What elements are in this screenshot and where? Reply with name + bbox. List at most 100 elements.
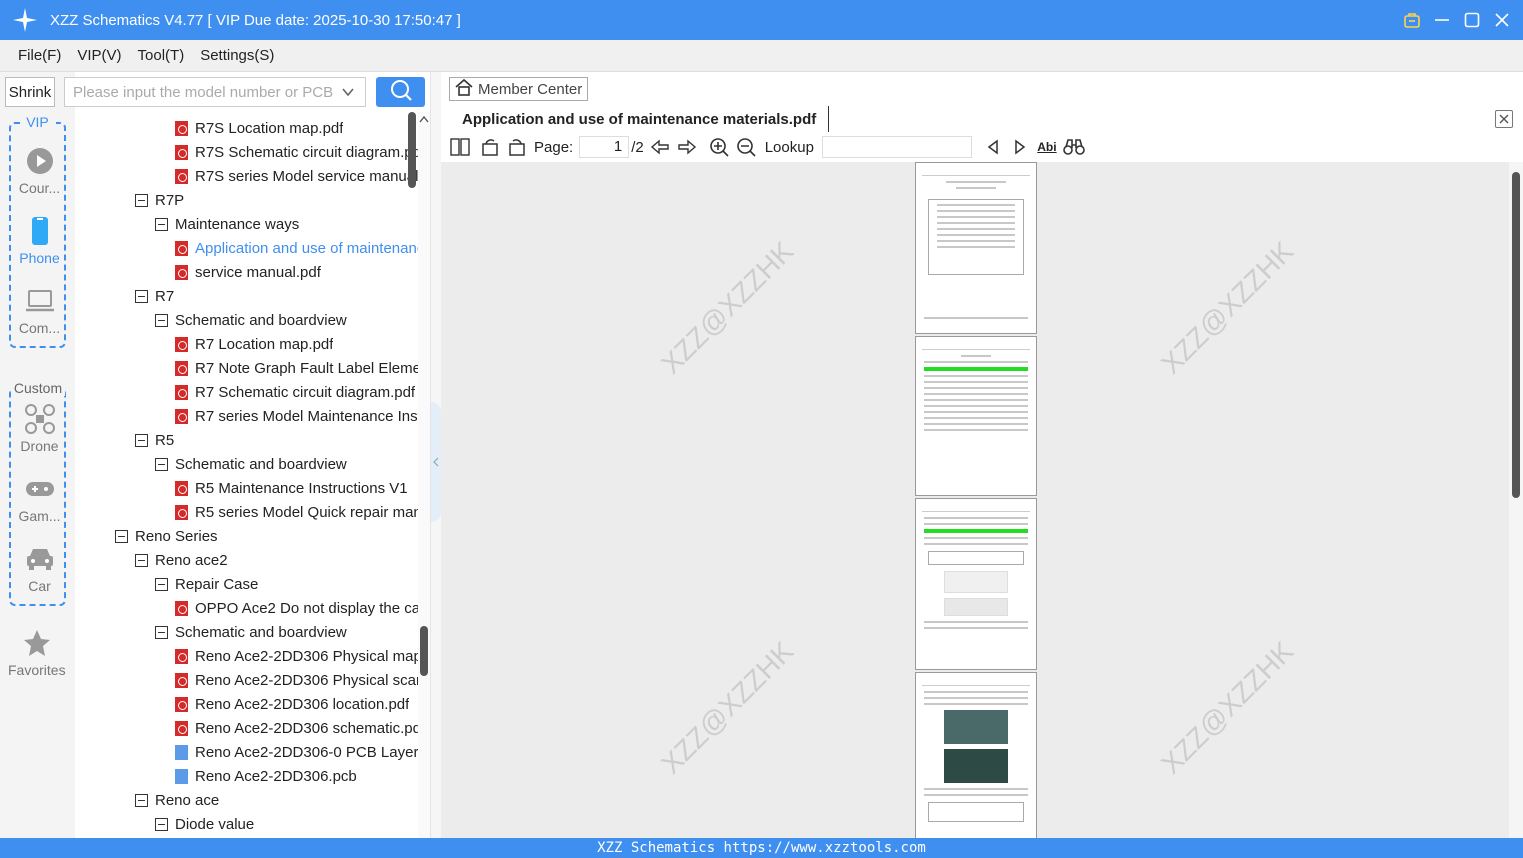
menu-vip[interactable]: VIP(V) [77, 47, 121, 64]
tree-file[interactable]: OPPO Ace2 Do not display the case [75, 596, 418, 620]
pdf-file-icon [175, 480, 188, 496]
nav-phone[interactable]: Phone [11, 216, 68, 266]
match-case-icon[interactable]: Abi [1036, 136, 1058, 158]
menu-tool[interactable]: Tool(T) [138, 47, 185, 64]
tree-file[interactable]: Reno Ace2-2DD306.pcb [75, 764, 418, 788]
find-next-icon[interactable] [1009, 136, 1031, 158]
tree-file[interactable]: Reno Ace2-2DD306 location.pdf [75, 692, 418, 716]
viewer-scrollbar[interactable] [1509, 162, 1523, 838]
tree-file[interactable]: R7 Location map.pdf [75, 332, 418, 356]
tree-scrollbar[interactable] [408, 112, 416, 188]
tree-folder[interactable]: Schematic and boardview [75, 620, 418, 644]
star-icon [8, 628, 65, 658]
tree-folder[interactable]: Repair Case [75, 572, 418, 596]
collapse-toggle-icon[interactable] [155, 457, 168, 471]
shrink-button[interactable]: Shrink [5, 77, 55, 107]
tree-folder[interactable]: Schematic and boardview [75, 452, 418, 476]
rotate-right-icon[interactable] [506, 136, 528, 158]
tree-item-label: Reno Ace2-2DD306 Physical scan [195, 671, 418, 689]
tree-file[interactable]: R5 Maintenance Instructions V1 [75, 476, 418, 500]
tree-scrollbar-secondary[interactable] [420, 626, 428, 676]
nav-drone[interactable]: Drone [11, 404, 68, 454]
tree-file[interactable]: Reno Ace2-2DD306 schematic.pdf [75, 716, 418, 740]
document-tab[interactable]: Application and use of maintenance mater… [450, 106, 830, 132]
tree-file[interactable]: Reno Ace2-2DD306 Physical map [75, 644, 418, 668]
maximize-button[interactable] [1463, 11, 1481, 29]
next-page-icon[interactable] [676, 136, 698, 158]
zoom-in-icon[interactable] [708, 136, 730, 158]
minimize-button[interactable] [1433, 11, 1451, 29]
collapse-grip[interactable] [431, 402, 441, 522]
search-button[interactable] [376, 77, 425, 107]
tree-file[interactable]: R7S Schematic circuit diagram.pdf [75, 140, 418, 164]
tree-folder[interactable]: R7 [75, 284, 418, 308]
panel-splitter[interactable] [430, 72, 441, 838]
collapse-toggle-icon[interactable] [155, 817, 168, 831]
nav-game-label: Gam... [18, 508, 61, 524]
title-bar: XZZ Schematics V4.77 [ VIP Due date: 202… [0, 0, 1523, 40]
watermark: XZZ@XZZHK [655, 635, 800, 780]
menu-settings[interactable]: Settings(S) [200, 47, 274, 64]
nav-favorites[interactable]: Favorites [8, 628, 66, 678]
window-title: XZZ Schematics V4.77 [ VIP Due date: 202… [50, 11, 461, 29]
close-button[interactable] [1493, 11, 1511, 29]
find-prev-icon[interactable] [982, 136, 1004, 158]
watermark: XZZ@XZZHK [1155, 635, 1300, 780]
collapse-toggle-icon[interactable] [135, 289, 148, 303]
pdf-viewer[interactable]: XZZ@XZZHK XZZ@XZZHK XZZ@XZZHK XZZ@XZZHK [441, 162, 1509, 838]
page-number-input[interactable]: 1 [579, 136, 630, 158]
tree-file[interactable]: Reno Ace2-2DD306 Physical scan [75, 668, 418, 692]
zoom-out-icon[interactable] [735, 136, 757, 158]
collapse-toggle-icon[interactable] [135, 793, 148, 807]
nav-course[interactable]: Cour... [11, 146, 68, 196]
collapse-toggle-icon[interactable] [115, 529, 128, 543]
tree-item-label: R7S series Model service manual [195, 167, 418, 185]
binoculars-icon[interactable] [1063, 136, 1085, 158]
tree-item-label: Repair Case [175, 575, 259, 593]
tree-item-label: R7S Location map.pdf [195, 119, 344, 137]
tree-file[interactable]: R7 Schematic circuit diagram.pdf [75, 380, 418, 404]
lookup-input[interactable] [821, 136, 972, 158]
collapse-toggle-icon[interactable] [135, 433, 148, 447]
collapse-toggle-icon[interactable] [135, 553, 148, 567]
collapse-toggle-icon[interactable] [155, 313, 168, 327]
chevron-down-icon[interactable] [341, 85, 355, 103]
collapse-toggle-icon[interactable] [155, 577, 168, 591]
prev-page-icon[interactable] [649, 136, 671, 158]
tree-folder[interactable]: R5 [75, 428, 418, 452]
collapse-toggle-icon[interactable] [135, 193, 148, 207]
collapse-toggle-icon[interactable] [155, 625, 168, 639]
tree-folder[interactable]: Reno Series [75, 524, 418, 548]
tree-folder[interactable]: Diode value [75, 812, 418, 836]
search-input[interactable]: Please input the model number or PCB [64, 77, 366, 107]
nav-car-label: Car [28, 578, 51, 594]
scroll-up-icon[interactable] [418, 114, 430, 124]
nav-game[interactable]: Gam... [11, 474, 68, 524]
tree-folder[interactable]: Maintenance ways [75, 212, 418, 236]
menu-file[interactable]: File(F) [18, 47, 61, 64]
tree-scroll-track[interactable] [418, 112, 430, 838]
tree-file[interactable]: R7 Note Graph Fault Label Element [75, 356, 418, 380]
two-page-icon[interactable] [449, 136, 471, 158]
nav-computer[interactable]: Com... [11, 286, 68, 336]
viewer-scroll-thumb[interactable] [1512, 172, 1520, 498]
pdf-file-icon [175, 504, 188, 520]
nav-car[interactable]: Car [11, 544, 68, 594]
tree-folder[interactable]: Reno ace2 [75, 548, 418, 572]
tree-file[interactable]: service manual.pdf [75, 260, 418, 284]
tree-folder[interactable]: Schematic and boardview [75, 308, 418, 332]
vip-bag-icon[interactable] [1403, 11, 1421, 29]
tree-folder[interactable]: R7P [75, 188, 418, 212]
close-document-icon[interactable] [1495, 110, 1513, 128]
member-center-button[interactable]: Member Center [449, 77, 588, 101]
tree-file[interactable]: R7 series Model Maintenance Instructions [75, 404, 418, 428]
collapse-toggle-icon[interactable] [155, 217, 168, 231]
tree-file[interactable]: R5 series Model Quick repair manual [75, 500, 418, 524]
tree-file[interactable]: Application and use of maintenance [75, 236, 418, 260]
tree-file[interactable]: R7S series Model service manual [75, 164, 418, 188]
tree-file[interactable]: Reno Ace2-2DD306-0 PCB Layer [75, 740, 418, 764]
tree-file[interactable]: R7S Location map.pdf [75, 116, 418, 140]
rotate-left-icon[interactable] [479, 136, 501, 158]
search-icon [390, 79, 412, 106]
tree-folder[interactable]: Reno ace [75, 788, 418, 812]
